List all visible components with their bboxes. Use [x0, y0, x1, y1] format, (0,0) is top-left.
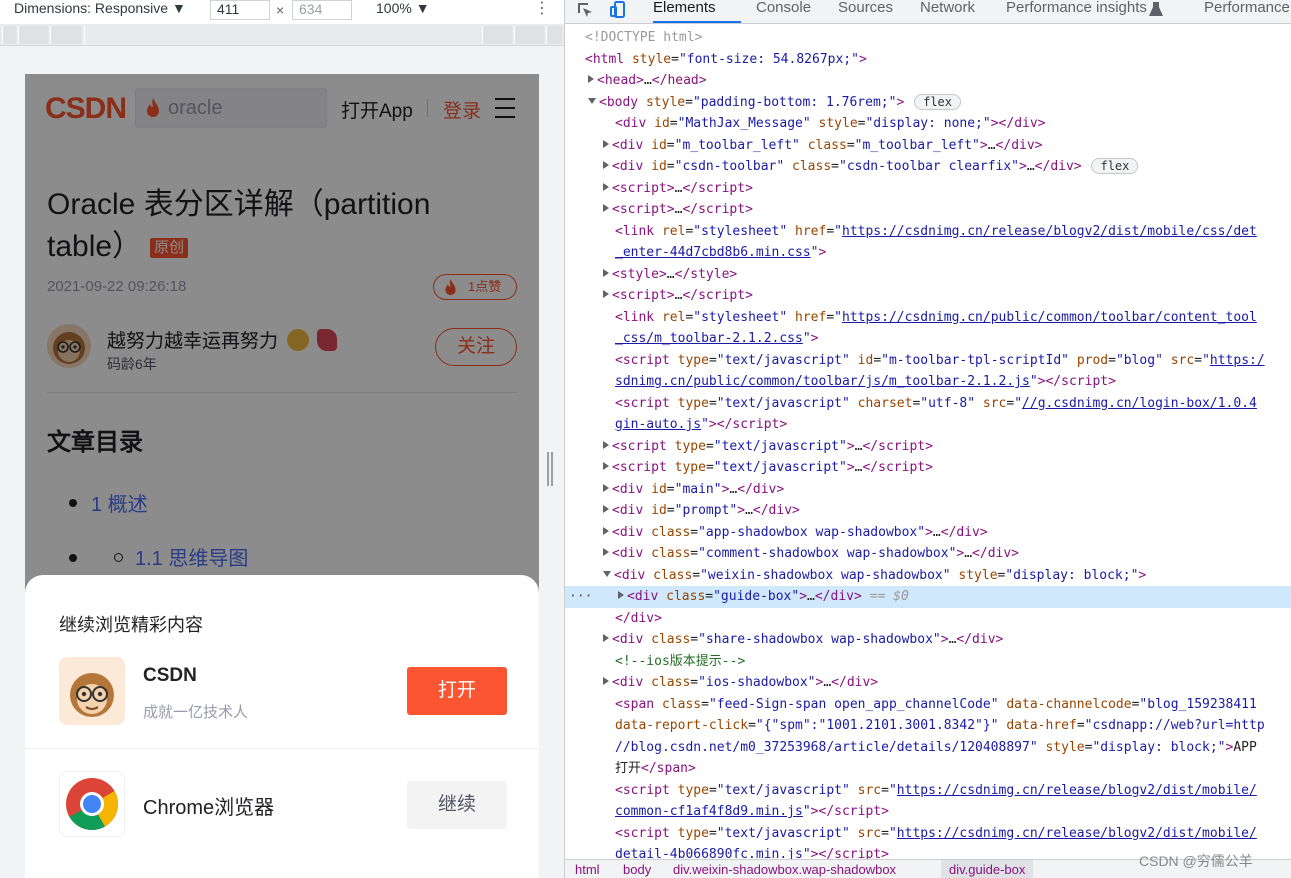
device-toolbar: Dimensions: Responsive ▼ 411 × 634 100% …: [0, 0, 564, 24]
app-name: CSDN: [143, 665, 197, 686]
expand-triangle-icon[interactable]: [603, 182, 609, 191]
tab-performance[interactable]: Performance: [1204, 0, 1290, 16]
breadcrumb-item[interactable]: div.weixin-shadowbox.wap-shadowbox: [673, 860, 896, 878]
dom-node[interactable]: <script>…</script>: [565, 178, 1291, 200]
collapse-triangle-icon[interactable]: [588, 97, 596, 104]
more-options-icon[interactable]: ⋮: [534, 0, 550, 18]
dom-node[interactable]: <script type="text/javascript" src="http…: [565, 780, 1291, 802]
dom-node[interactable]: <div id="main">…</div>: [565, 479, 1291, 501]
app-tagline: 成就一亿技术人: [143, 704, 249, 721]
dom-node[interactable]: data-report-click="{"spm":"1001.2101.300…: [565, 715, 1291, 737]
dom-tree: <!DOCTYPE html> <html style="font-size: 5…: [565, 24, 1291, 862]
dom-node[interactable]: <style>…</style>: [565, 264, 1291, 286]
dom-node[interactable]: <div id="csdn-toolbar" class="csdn-toolb…: [565, 156, 1291, 178]
expand-triangle-icon[interactable]: [603, 483, 609, 492]
chrome-browser-row[interactable]: Chrome浏览器 继续: [25, 771, 539, 841]
dom-node[interactable]: gin-auto.js"></script>: [565, 414, 1291, 436]
tab-performance-insights[interactable]: Performance insights: [1006, 0, 1147, 16]
dom-node[interactable]: <body style="padding-bottom: 1.76rem;"> …: [565, 92, 1291, 114]
expand-triangle-icon[interactable]: [603, 268, 609, 277]
dimensions-dropdown[interactable]: Dimensions: Responsive ▼: [14, 0, 186, 16]
resize-handle-right[interactable]: [547, 452, 553, 486]
zoom-dropdown[interactable]: 100% ▼: [376, 0, 430, 16]
breadcrumb-item[interactable]: html: [575, 860, 600, 878]
dom-node[interactable]: <script type="text/javascript">…</script…: [565, 457, 1291, 479]
expand-triangle-icon[interactable]: [603, 462, 609, 470]
browser-name: Chrome浏览器: [143, 797, 275, 819]
inspect-element-icon[interactable]: [575, 0, 595, 20]
expand-triangle-icon[interactable]: [603, 677, 609, 685]
dom-node[interactable]: <script>…</script>: [565, 285, 1291, 307]
tab-network[interactable]: Network: [920, 0, 975, 16]
csdn-app-row[interactable]: CSDN 成就一亿技术人 打开: [25, 655, 539, 747]
dom-node[interactable]: <div class="ios-shadowbox">…</div>: [565, 672, 1291, 694]
continue-button[interactable]: 继续: [407, 781, 507, 829]
collapse-triangle-icon[interactable]: [603, 570, 611, 577]
mobile-viewport: CSDN oracle 打开App 登录 Oracle 表分区详解（partit…: [25, 74, 539, 878]
expand-triangle-icon[interactable]: [588, 75, 594, 83]
dom-node[interactable]: <script type="text/javascript" id="m-too…: [565, 350, 1291, 372]
devtools-tabbar: Elements Console Sources Network Perform…: [565, 0, 1291, 24]
width-input[interactable]: 411: [210, 0, 270, 20]
times-sign: ×: [276, 2, 285, 18]
dom-node[interactable]: 打开</span>: [565, 758, 1291, 780]
dom-node[interactable]: <div id="prompt">…</div>: [565, 500, 1291, 522]
expand-triangle-icon[interactable]: [603, 290, 609, 298]
expand-triangle-icon[interactable]: [603, 161, 609, 169]
dom-node[interactable]: <div id="m_toolbar_left" class="m_toolba…: [565, 135, 1291, 157]
devtools-window: Dimensions: Responsive ▼ 411 × 634 100% …: [0, 0, 1291, 878]
expand-triangle-icon[interactable]: [603, 440, 609, 449]
tab-elements[interactable]: Elements: [653, 0, 716, 16]
dom-node[interactable]: <div class="app-shadowbox wap-shadowbox"…: [565, 522, 1291, 544]
dom-node-selected[interactable]: <div class="guide-box">…</div> == $0 ···: [565, 586, 1291, 608]
dom-node[interactable]: <head>…</head>: [565, 70, 1291, 92]
dom-node[interactable]: <link rel="stylesheet" href="https://csd…: [565, 221, 1291, 243]
csdn-app-icon: [59, 657, 125, 725]
watermark: CSDN @穷儒公羊: [1139, 853, 1253, 869]
dom-node[interactable]: </div>: [565, 608, 1291, 630]
dom-node[interactable]: <!DOCTYPE html>: [565, 27, 1291, 49]
dom-node[interactable]: _css/m_toolbar-2.1.2.css">: [565, 328, 1291, 350]
dom-node[interactable]: <div id="MathJax_Message" style="display…: [565, 113, 1291, 135]
expand-triangle-icon[interactable]: [603, 204, 609, 212]
dom-node[interactable]: <script>…</script>: [565, 199, 1291, 221]
dom-node[interactable]: <span class="feed-Sign-span open_app_cha…: [565, 694, 1291, 716]
dom-node[interactable]: <div class="share-shadowbox wap-shadowbo…: [565, 629, 1291, 651]
node-actions-icon[interactable]: ···: [569, 586, 592, 608]
dom-node[interactable]: <div class="comment-shadowbox wap-shadow…: [565, 543, 1291, 565]
active-tab-indicator: [653, 21, 741, 23]
dom-node[interactable]: sdnimg.cn/public/common/toolbar/js/m_too…: [565, 371, 1291, 393]
dom-node[interactable]: <!--ios版本提示-->: [565, 651, 1291, 673]
device-toggle-icon[interactable]: [609, 0, 629, 20]
dom-node[interactable]: <html style="font-size: 54.8267px;">: [565, 49, 1291, 71]
dom-node[interactable]: //blog.csdn.net/m0_37253968/article/deta…: [565, 737, 1291, 759]
open-button[interactable]: 打开: [407, 667, 507, 715]
expand-triangle-icon[interactable]: [603, 505, 609, 513]
dom-node[interactable]: common-cf1af4f8d9.min.js"></script>: [565, 801, 1291, 823]
expand-triangle-icon[interactable]: [603, 139, 609, 148]
chrome-icon: [59, 771, 125, 837]
tab-console[interactable]: Console: [756, 0, 811, 16]
dom-node[interactable]: <link rel="stylesheet" href="https://csd…: [565, 307, 1291, 329]
divider: [25, 748, 539, 749]
expand-triangle-icon[interactable]: [603, 634, 609, 642]
sheet-heading: 继续浏览精彩内容: [59, 615, 203, 635]
dom-node[interactable]: <div class="weixin-shadowbox wap-shadowb…: [565, 565, 1291, 587]
dom-node[interactable]: <script type="text/javascript">…</script…: [565, 436, 1291, 458]
expand-triangle-icon[interactable]: [618, 591, 624, 599]
devtools-panel: Elements Console Sources Network Perform…: [564, 0, 1291, 878]
dom-node[interactable]: _enter-44d7cbd8b6.min.css">: [565, 242, 1291, 264]
height-input[interactable]: 634: [292, 0, 352, 20]
dom-node[interactable]: <script type="text/javascript" src="http…: [565, 823, 1291, 845]
expand-triangle-icon[interactable]: [603, 548, 609, 556]
breadcrumb-item[interactable]: div.guide-box: [941, 860, 1034, 878]
expand-triangle-icon[interactable]: [603, 526, 609, 535]
dom-node[interactable]: <script type="text/javascript" charset="…: [565, 393, 1291, 415]
open-in-sheet: 继续浏览精彩内容 CSDN 成就一亿技术人 打开 Chrome浏览器 继续: [25, 575, 539, 878]
breadcrumb-item[interactable]: body: [623, 860, 651, 878]
beta-flask-icon: [1149, 2, 1163, 16]
media-query-ruler[interactable]: [0, 24, 564, 46]
tab-sources[interactable]: Sources: [838, 0, 893, 16]
